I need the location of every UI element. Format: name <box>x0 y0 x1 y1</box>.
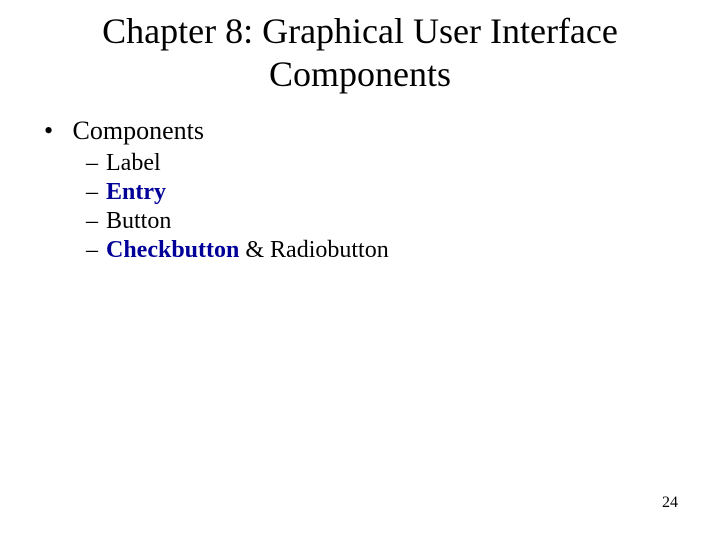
subitem-checkbutton: Checkbutton & Radiobutton <box>86 237 690 264</box>
subitem-checkbutton-label: Checkbutton <box>106 237 239 263</box>
subitem-entry: Entry <box>86 179 690 206</box>
subitem-checkbutton-tail: & Radiobutton <box>239 237 388 263</box>
subitem-button: Button <box>86 208 690 235</box>
bullet-components: Components Label Entry Button Checkbutto… <box>44 116 690 264</box>
slide-title: Chapter 8: Graphical User Interface Comp… <box>0 10 720 96</box>
subitem-entry-text: Entry <box>106 179 166 205</box>
slide-body: Components Label Entry Button Checkbutto… <box>0 96 720 264</box>
bullet-components-label: Components <box>73 116 204 145</box>
subitem-label: Label <box>86 150 690 177</box>
bullet-list-level1: Components Label Entry Button Checkbutto… <box>30 116 690 264</box>
page-number: 24 <box>662 494 678 512</box>
bullet-list-level2: Label Entry Button Checkbutton & Radiobu… <box>44 150 690 264</box>
